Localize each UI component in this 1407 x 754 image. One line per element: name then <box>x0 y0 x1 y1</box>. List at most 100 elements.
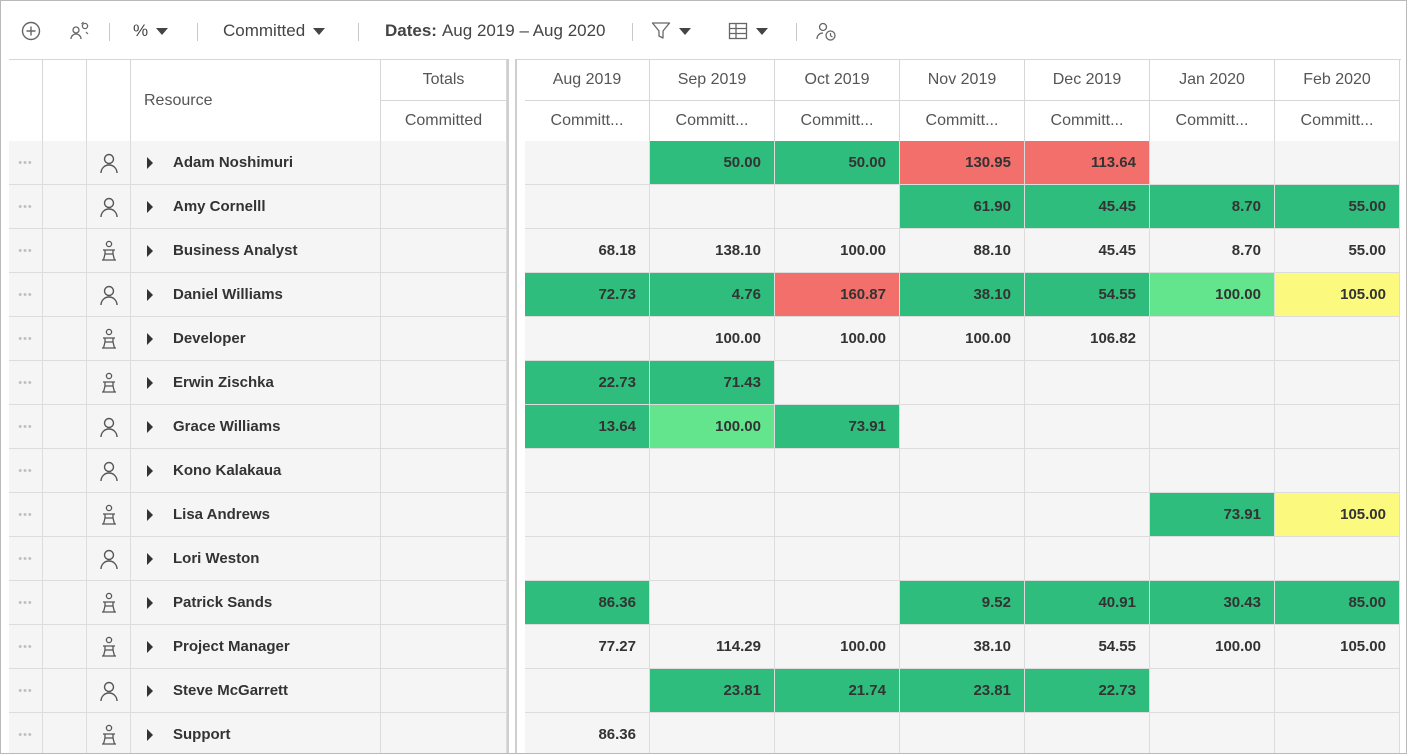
allocation-cell[interactable] <box>525 669 650 713</box>
allocation-cell[interactable] <box>1025 713 1150 753</box>
allocation-cell[interactable]: 13.64 <box>525 405 650 449</box>
expand-caret-icon[interactable] <box>147 201 153 213</box>
allocation-cell[interactable]: 61.90 <box>900 185 1025 229</box>
resource-swap-icon[interactable] <box>69 15 91 47</box>
allocation-cell[interactable]: 100.00 <box>1150 625 1275 669</box>
allocation-cell[interactable] <box>650 713 775 753</box>
allocation-cell[interactable] <box>1275 537 1400 581</box>
allocation-cell[interactable]: 72.73 <box>525 273 650 317</box>
row-select-cell[interactable] <box>43 449 87 493</box>
header-month[interactable]: Jan 2020 <box>1150 60 1275 101</box>
drag-handle-icon[interactable]: ••• <box>9 713 43 753</box>
allocation-cell[interactable]: 55.00 <box>1275 185 1400 229</box>
allocation-cell[interactable]: 100.00 <box>900 317 1025 361</box>
header-month[interactable]: Aug 2019 <box>525 60 650 101</box>
filter-dropdown[interactable] <box>651 15 691 47</box>
allocation-cell[interactable]: 38.10 <box>900 273 1025 317</box>
expand-caret-icon[interactable] <box>147 597 153 609</box>
resource-name-cell[interactable]: Adam Noshimuri <box>131 141 381 185</box>
header-month-committed[interactable]: Committ... <box>525 101 650 142</box>
allocation-cell[interactable]: 100.00 <box>775 625 900 669</box>
row-select-cell[interactable] <box>43 317 87 361</box>
allocation-cell[interactable]: 22.73 <box>525 361 650 405</box>
allocation-cell[interactable] <box>1150 141 1275 185</box>
totals-cell[interactable] <box>381 317 507 361</box>
allocation-cell[interactable]: 105.00 <box>1275 625 1400 669</box>
table-row[interactable]: ••• Patrick Sands 86.36 9.52 40.91 30.43 85.00 <box>9 581 1401 625</box>
allocation-cell[interactable]: 100.00 <box>775 317 900 361</box>
allocation-cell[interactable]: 9.52 <box>900 581 1025 625</box>
totals-cell[interactable] <box>381 405 507 449</box>
drag-handle-icon[interactable]: ••• <box>9 229 43 273</box>
allocation-cell[interactable]: 113.64 <box>1025 141 1150 185</box>
expand-caret-icon[interactable] <box>147 333 153 345</box>
resource-clock-icon[interactable] <box>815 15 837 47</box>
grid-layout-dropdown[interactable] <box>728 15 768 47</box>
allocation-cell[interactable] <box>1150 537 1275 581</box>
allocation-cell[interactable] <box>900 449 1025 493</box>
resource-name-cell[interactable]: Erwin Zischka <box>131 361 381 405</box>
row-select-cell[interactable] <box>43 625 87 669</box>
resource-name-cell[interactable]: Daniel Williams <box>131 273 381 317</box>
expand-caret-icon[interactable] <box>147 289 153 301</box>
allocation-cell[interactable]: 23.81 <box>900 669 1025 713</box>
table-row[interactable]: ••• Support 86.36 <box>9 713 1401 753</box>
expand-caret-icon[interactable] <box>147 685 153 697</box>
resource-name-cell[interactable]: Patrick Sands <box>131 581 381 625</box>
allocation-cell[interactable]: 85.00 <box>1275 581 1400 625</box>
allocation-cell[interactable]: 73.91 <box>775 405 900 449</box>
allocation-cell[interactable]: 22.73 <box>1025 669 1150 713</box>
expand-caret-icon[interactable] <box>147 553 153 565</box>
expand-caret-icon[interactable] <box>147 641 153 653</box>
header-resource[interactable]: Resource <box>131 60 381 142</box>
header-totals[interactable]: Totals <box>381 60 507 101</box>
allocation-cell[interactable] <box>1025 405 1150 449</box>
allocation-cell[interactable] <box>1275 141 1400 185</box>
allocation-cell[interactable]: 88.10 <box>900 229 1025 273</box>
allocation-cell[interactable] <box>775 493 900 537</box>
row-select-cell[interactable] <box>43 493 87 537</box>
add-circle-icon[interactable] <box>21 15 41 47</box>
measure-dropdown[interactable]: Committed <box>223 15 326 47</box>
expand-caret-icon[interactable] <box>147 465 153 477</box>
totals-cell[interactable] <box>381 625 507 669</box>
totals-cell[interactable] <box>381 141 507 185</box>
header-month[interactable]: Feb 2020 <box>1275 60 1400 101</box>
allocation-cell[interactable] <box>1150 449 1275 493</box>
row-select-cell[interactable] <box>43 361 87 405</box>
table-row[interactable]: ••• Lori Weston <box>9 537 1401 581</box>
drag-handle-icon[interactable]: ••• <box>9 449 43 493</box>
expand-caret-icon[interactable] <box>147 245 153 257</box>
allocation-cell[interactable]: 71.43 <box>650 361 775 405</box>
allocation-cell[interactable]: 106.82 <box>1025 317 1150 361</box>
allocation-cell[interactable]: 138.10 <box>650 229 775 273</box>
allocation-cell[interactable]: 77.27 <box>525 625 650 669</box>
expand-caret-icon[interactable] <box>147 377 153 389</box>
allocation-cell[interactable] <box>525 185 650 229</box>
expand-caret-icon[interactable] <box>147 157 153 169</box>
resource-name-cell[interactable]: Lori Weston <box>131 537 381 581</box>
allocation-cell[interactable] <box>525 493 650 537</box>
totals-cell[interactable] <box>381 581 507 625</box>
table-row[interactable]: ••• Adam Noshimuri 50.00 50.00 130.95 113.64 <box>9 141 1401 185</box>
allocation-cell[interactable] <box>1150 405 1275 449</box>
allocation-cell[interactable] <box>900 713 1025 753</box>
row-select-cell[interactable] <box>43 713 87 753</box>
allocation-cell[interactable]: 73.91 <box>1150 493 1275 537</box>
row-select-cell[interactable] <box>43 669 87 713</box>
header-totals-committed[interactable]: Committed <box>381 101 507 142</box>
drag-handle-icon[interactable]: ••• <box>9 669 43 713</box>
allocation-cell[interactable]: 100.00 <box>650 405 775 449</box>
allocation-cell[interactable] <box>1025 493 1150 537</box>
allocation-cell[interactable]: 8.70 <box>1150 185 1275 229</box>
allocation-cell[interactable]: 100.00 <box>650 317 775 361</box>
allocation-cell[interactable]: 38.10 <box>900 625 1025 669</box>
allocation-cell[interactable] <box>1275 669 1400 713</box>
row-select-cell[interactable] <box>43 185 87 229</box>
table-row[interactable]: ••• Amy Cornelll 61.90 45.45 8.70 55.00 <box>9 185 1401 229</box>
table-row[interactable]: ••• Steve McGarrett 23.81 21.74 23.81 22.73 <box>9 669 1401 713</box>
allocation-cell[interactable]: 54.55 <box>1025 625 1150 669</box>
allocation-cell[interactable] <box>900 493 1025 537</box>
expand-caret-icon[interactable] <box>147 729 153 741</box>
drag-handle-icon[interactable]: ••• <box>9 141 43 185</box>
